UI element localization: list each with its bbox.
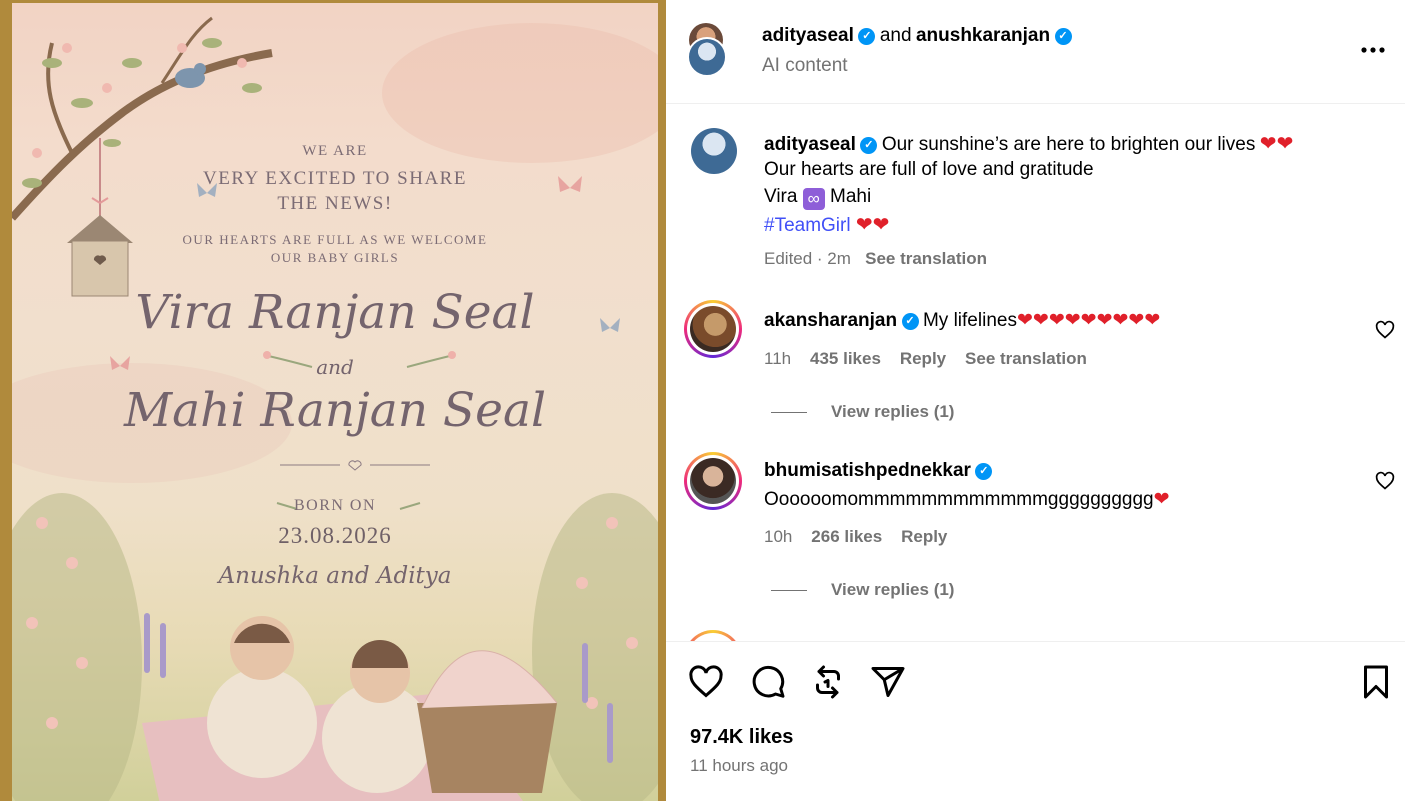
comment-reply-button[interactable]: Reply	[901, 527, 947, 546]
ai-content-label[interactable]: AI content	[762, 55, 848, 77]
invite-and: and	[316, 355, 354, 379]
caption-line-3: Vira ∞ Mahi	[764, 186, 871, 210]
comment-like-icon[interactable]	[1375, 320, 1395, 340]
caption-username[interactable]: adityaseal	[764, 134, 856, 155]
caption-line-1: adityaseal ✓ Our sunshine’s are here to …	[764, 131, 1293, 156]
invite-line-2: VERY EXCITED TO SHARE	[203, 168, 467, 189]
view-replies-button[interactable]: View replies (1)	[831, 402, 954, 422]
hashtag-link[interactable]: #TeamGirl	[764, 215, 851, 236]
invite-baby-name-1: Vira Ranjan Seal	[135, 285, 535, 340]
caption-avatar[interactable]	[691, 128, 737, 174]
red-heart-icon: ❤	[1259, 133, 1277, 155]
comment-meta: 10h 266 likes Reply	[764, 527, 947, 547]
comment-reply-button[interactable]: Reply	[900, 349, 946, 368]
comment-avatar[interactable]	[684, 452, 742, 510]
bookmark-icon[interactable]	[1358, 664, 1394, 700]
verified-badge-icon: ✓	[860, 137, 878, 154]
caption-name-vira: Vira	[764, 186, 798, 207]
infinity-icon: ∞	[802, 188, 825, 210]
post-image[interactable]: WE ARE VERY EXCITED TO SHARE THE NEWS! O…	[0, 0, 666, 801]
header-username-1[interactable]: adityaseal	[762, 25, 854, 46]
verified-badge-icon: ✓	[901, 313, 919, 330]
red-heart-icon: ❤	[1276, 133, 1294, 155]
caption-name-mahi: Mahi	[830, 186, 872, 207]
verified-badge-icon: ✓	[858, 28, 876, 45]
action-bar: 97.4K likes 11 hours ago	[666, 642, 1405, 801]
comment-like-icon[interactable]	[1375, 471, 1395, 491]
invite-baby-name-2: Mahi Ranjan Seal	[123, 383, 546, 438]
comment-text: My lifelines	[922, 310, 1017, 331]
comment-body: akansharanjan ✓ My lifelines❤❤❤❤❤❤❤❤❤	[764, 309, 1160, 332]
caption-text-2: Our hearts are full of love and gratitud…	[764, 159, 1094, 180]
view-replies-button[interactable]: View replies (1)	[831, 580, 954, 600]
comment-time: 11h	[764, 349, 792, 368]
red-heart-icon: ❤	[1112, 310, 1129, 331]
invitation-card: WE ARE VERY EXCITED TO SHARE THE NEWS! O…	[12, 3, 658, 801]
invite-date: 23.08.2026	[278, 523, 392, 548]
comment-header: bhumisatishpednekkar ✓	[764, 460, 993, 482]
caption-meta: Edited · 2m See translation	[764, 249, 987, 269]
invite-line-5: OUR BABY GIRLS	[270, 250, 400, 265]
red-heart-icon: ❤	[1153, 489, 1170, 510]
caption-edited-time: Edited · 2m	[764, 249, 851, 268]
header-divider	[666, 103, 1405, 104]
comment-likes[interactable]: 266 likes	[811, 527, 882, 546]
post-time[interactable]: 11 hours ago	[690, 756, 788, 776]
red-heart-icon: ❤	[1128, 310, 1145, 331]
comment-likes[interactable]: 435 likes	[810, 349, 881, 368]
view-replies-line	[771, 412, 807, 413]
red-heart-icon: ❤	[872, 214, 890, 236]
repost-icon[interactable]	[810, 664, 846, 700]
red-heart-icon: ❤	[1032, 310, 1049, 331]
invite-line-3: THE NEWS!	[277, 193, 393, 214]
likes-count[interactable]: 97.4K likes	[690, 726, 793, 749]
paper-plane-icon[interactable]	[870, 664, 906, 700]
header-conjunction: and	[879, 25, 912, 46]
caption-line-4: #TeamGirl ❤❤	[764, 212, 889, 237]
more-options-icon[interactable]	[1360, 40, 1386, 60]
caption-text-1: Our sunshine’s are here to brighten our …	[881, 134, 1256, 155]
header-usernames: adityaseal ✓ and anushkaranjan ✓	[762, 25, 1072, 47]
red-heart-icon: ❤	[1096, 310, 1113, 331]
caption-see-translation[interactable]: See translation	[865, 249, 987, 268]
verified-badge-icon: ✓	[1054, 28, 1072, 45]
heart-outline-icon[interactable]	[688, 664, 724, 700]
comment-username[interactable]: akansharanjan	[764, 310, 897, 331]
comment-avatar[interactable]	[684, 300, 742, 358]
red-heart-icon: ❤	[1144, 310, 1161, 331]
verified-badge-icon: ✓	[975, 463, 993, 480]
header-username-2[interactable]: anushkaranjan	[916, 25, 1050, 46]
view-replies-line	[771, 590, 807, 591]
comment-text: Oooooomommmmmmmmmmmmgggggggggg	[764, 489, 1154, 510]
red-heart-icon: ❤	[1048, 310, 1065, 331]
invite-line-4: OUR HEARTS ARE FULL AS WE WELCOME	[182, 232, 488, 247]
comment-body: Oooooomommmmmmmmmmmmgggggggggg❤	[764, 488, 1170, 511]
comment-meta: 11h 435 likes Reply See translation	[764, 349, 1087, 369]
post-side-panel: adityaseal ✓ and anushkaranjan ✓ AI cont…	[666, 0, 1405, 801]
comment-time: 10h	[764, 527, 793, 546]
red-heart-icon: ❤	[1080, 310, 1097, 331]
red-heart-icon: ❤	[1064, 310, 1081, 331]
invite-born-label: BORN ON	[293, 497, 377, 514]
comment-hearts: ❤❤❤❤❤❤❤❤❤	[1016, 310, 1161, 331]
invite-parents: Anushka and Aditya	[218, 563, 452, 589]
invite-line-1: WE ARE	[302, 143, 368, 159]
red-heart-icon: ❤	[1016, 310, 1033, 331]
avatar-adityaseal[interactable]	[687, 37, 727, 77]
red-heart-icon: ❤	[855, 214, 873, 236]
comment-see-translation[interactable]: See translation	[965, 349, 1087, 368]
speech-bubble-icon[interactable]	[750, 664, 786, 700]
comment-username[interactable]: bhumisatishpednekkar	[764, 460, 971, 481]
